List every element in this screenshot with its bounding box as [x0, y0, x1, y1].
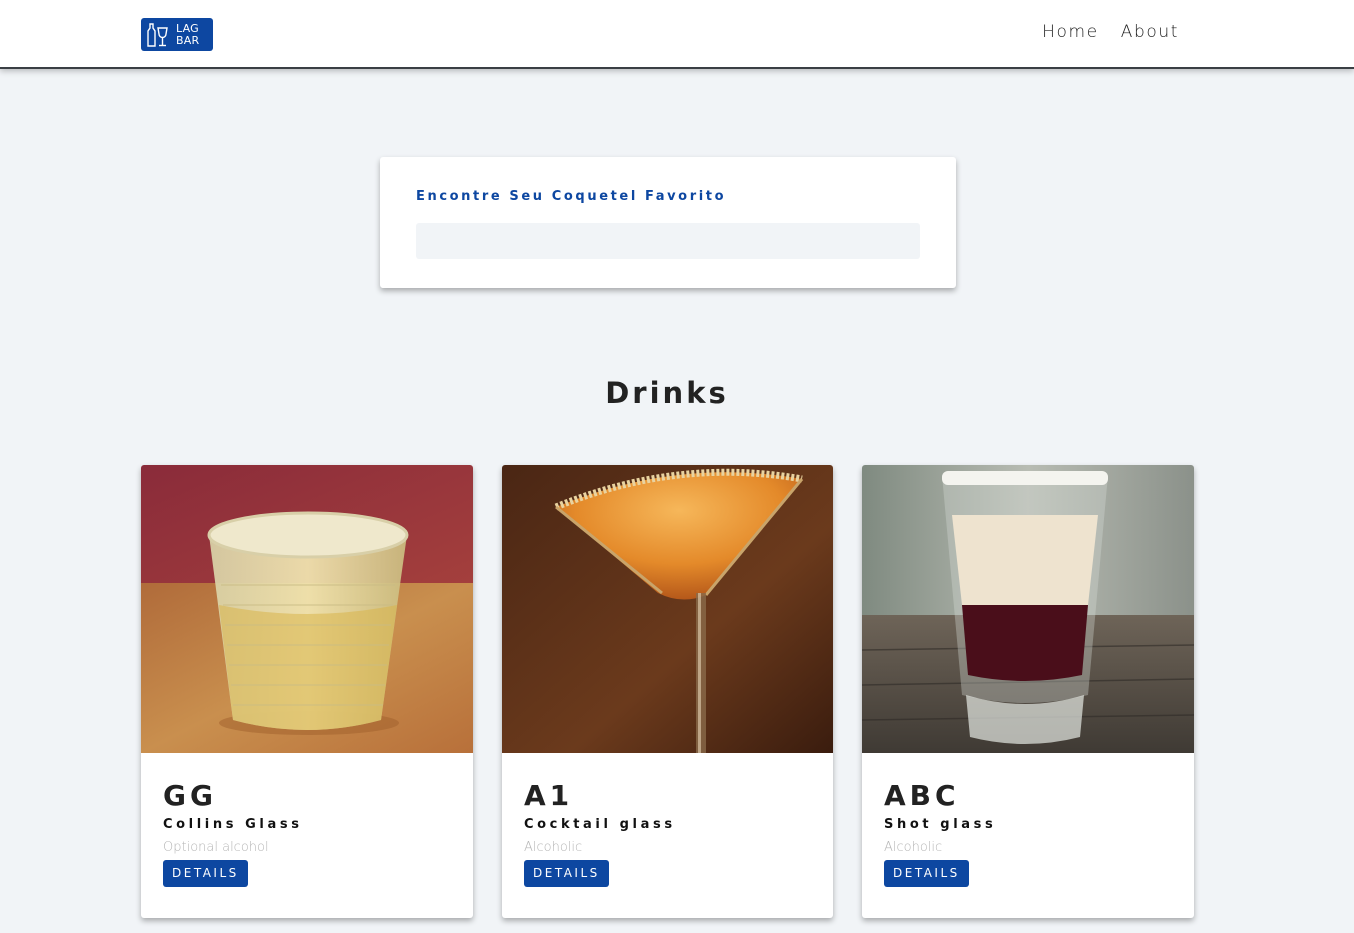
card-body: A1 Cocktail glass Alcoholic DETAILS: [524, 753, 813, 887]
card-body: ABC Shot glass Alcoholic DETAILS: [884, 753, 1174, 887]
layered-shot-photo: [862, 465, 1194, 753]
whiskey-tumbler-photo: [141, 465, 473, 753]
nav-link-home[interactable]: Home: [1042, 22, 1099, 42]
drink-name: ABC: [884, 779, 960, 812]
nav-links: Home About: [1042, 22, 1179, 42]
drink-name: GG: [163, 779, 217, 812]
drink-alcoholic: Alcoholic: [884, 840, 943, 855]
details-button[interactable]: DETAILS: [524, 860, 609, 887]
drink-name: A1: [524, 779, 574, 812]
details-button[interactable]: DETAILS: [884, 860, 969, 887]
logo-text: LAG BAR: [176, 21, 200, 47]
drink-card: A1 Cocktail glass Alcoholic DETAILS: [502, 465, 833, 918]
drink-card: GG Collins Glass Optional alcohol DETAIL…: [141, 465, 473, 918]
drink-glass: Shot glass: [884, 817, 997, 832]
drinks-section-title: Drinks: [605, 376, 729, 410]
nav-link-about[interactable]: About: [1121, 22, 1179, 42]
details-button[interactable]: DETAILS: [163, 860, 248, 887]
bottle-glass-icon: [147, 22, 168, 47]
drink-alcoholic: Optional alcohol: [163, 840, 269, 855]
drink-glass: Cocktail glass: [524, 817, 676, 832]
search-card: Encontre Seu Coquetel Favorito: [380, 157, 956, 288]
search-input[interactable]: [416, 223, 920, 259]
search-title: Encontre Seu Coquetel Favorito: [416, 189, 727, 204]
logo-text-line1: LAG: [176, 21, 199, 35]
card-body: GG Collins Glass Optional alcohol DETAIL…: [163, 753, 453, 887]
drink-glass: Collins Glass: [163, 817, 303, 832]
top-navbar: LAG BAR Home About: [0, 0, 1354, 69]
drink-alcoholic: Alcoholic: [524, 840, 583, 855]
drink-card: ABC Shot glass Alcoholic DETAILS: [862, 465, 1194, 918]
martini-glass-photo: [502, 465, 833, 753]
logo-text-line2: BAR: [176, 33, 200, 47]
lag-bar-logo[interactable]: LAG BAR: [141, 18, 213, 51]
